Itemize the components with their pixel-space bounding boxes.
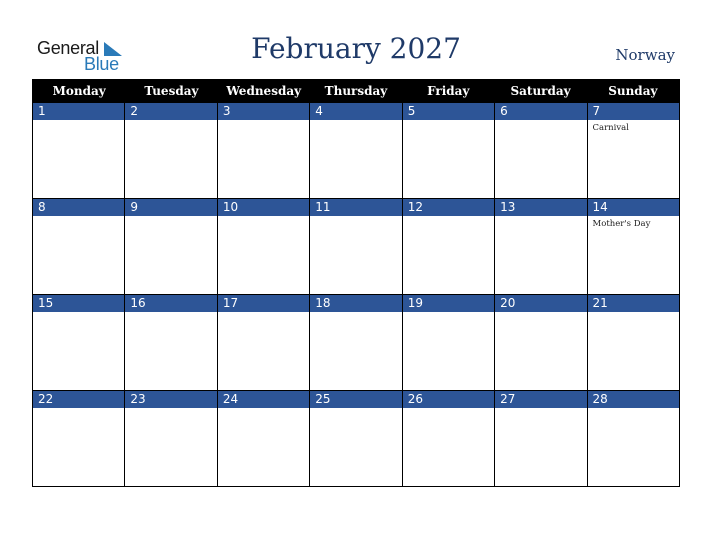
weekday-tuesday: Tuesday: [144, 84, 199, 98]
day-number: 8: [33, 199, 125, 216]
day-cell[interactable]: 5: [401, 103, 495, 198]
day-number: 12: [402, 199, 495, 216]
day-number: 15: [33, 295, 125, 312]
day-number: 4: [310, 103, 402, 120]
day-cell[interactable]: 10: [216, 199, 310, 294]
day-cell[interactable]: 28: [586, 391, 679, 486]
day-cell[interactable]: 8: [33, 199, 125, 294]
day-cell[interactable]: 3: [216, 103, 310, 198]
day-cell[interactable]: 16: [124, 295, 217, 390]
day-number: 10: [217, 199, 310, 216]
day-number: 9: [125, 199, 217, 216]
weeks-container: 1 2 3 4 5 6 7 Carnival 8 9 10 11 12 13 14 Mother's Day 1…: [33, 103, 679, 486]
week-row: 8 9 10 11 12 13 14 Mother's Day: [33, 198, 679, 294]
day-number: 19: [402, 295, 495, 312]
calendar-grid: Monday Tuesday Wednesday Thursday Friday…: [32, 79, 680, 487]
holiday-event: Carnival: [592, 123, 629, 133]
day-number: 13: [495, 199, 587, 216]
week-row: 15 16 17 18 19 20 21: [33, 294, 679, 390]
day-cell[interactable]: 9: [124, 199, 217, 294]
day-number: 7: [587, 103, 679, 120]
weekday-wednesday: Wednesday: [226, 84, 302, 98]
day-number: 5: [402, 103, 495, 120]
day-cell[interactable]: 21: [586, 295, 679, 390]
day-number: 6: [495, 103, 587, 120]
day-cell[interactable]: 15: [33, 295, 125, 390]
day-cell[interactable]: 22: [33, 391, 125, 486]
weekday-header-row: Monday Tuesday Wednesday Thursday Friday…: [33, 80, 679, 103]
day-number: 23: [125, 391, 217, 408]
day-cell[interactable]: 4: [309, 103, 402, 198]
calendar-title: February 2027: [251, 32, 461, 65]
day-cell[interactable]: 2: [124, 103, 217, 198]
day-number: 25: [310, 391, 402, 408]
day-cell[interactable]: 27: [494, 391, 587, 486]
day-cell[interactable]: 24: [216, 391, 310, 486]
day-cell[interactable]: 20: [494, 295, 587, 390]
week-row: 22 23 24 25 26 27 28: [33, 390, 679, 486]
week-row: 1 2 3 4 5 6 7 Carnival: [33, 103, 679, 198]
day-number: 18: [310, 295, 402, 312]
day-number: 11: [310, 199, 402, 216]
day-number: 2: [125, 103, 217, 120]
weekday-friday: Friday: [427, 84, 470, 98]
day-number: 27: [495, 391, 587, 408]
day-cell[interactable]: 25: [309, 391, 402, 486]
weekday-saturday: Saturday: [510, 84, 571, 98]
day-cell[interactable]: 23: [124, 391, 217, 486]
day-number: 28: [587, 391, 679, 408]
day-cell[interactable]: 1: [33, 103, 125, 198]
day-number: 14: [587, 199, 679, 216]
day-cell[interactable]: 12: [401, 199, 495, 294]
day-cell[interactable]: 19: [401, 295, 495, 390]
day-number: 24: [217, 391, 310, 408]
day-number: 22: [33, 391, 125, 408]
country-label: Norway: [615, 46, 675, 64]
day-cell[interactable]: 14 Mother's Day: [586, 199, 679, 294]
day-number: 17: [217, 295, 310, 312]
day-cell[interactable]: 18: [309, 295, 402, 390]
day-cell[interactable]: 26: [401, 391, 495, 486]
day-number: 1: [33, 103, 125, 120]
day-number: 26: [402, 391, 495, 408]
weekday-thursday: Thursday: [324, 84, 388, 98]
day-number: 16: [125, 295, 217, 312]
day-cell[interactable]: 17: [216, 295, 310, 390]
weekday-monday: Monday: [52, 84, 106, 98]
day-number: 21: [587, 295, 679, 312]
weekday-sunday: Sunday: [608, 84, 658, 98]
day-number: 20: [495, 295, 587, 312]
holiday-event: Mother's Day: [592, 219, 651, 229]
day-cell[interactable]: 13: [494, 199, 587, 294]
day-cell[interactable]: 11: [309, 199, 402, 294]
day-cell[interactable]: 7 Carnival: [586, 103, 679, 198]
day-number: 3: [217, 103, 310, 120]
day-cell[interactable]: 6: [494, 103, 587, 198]
